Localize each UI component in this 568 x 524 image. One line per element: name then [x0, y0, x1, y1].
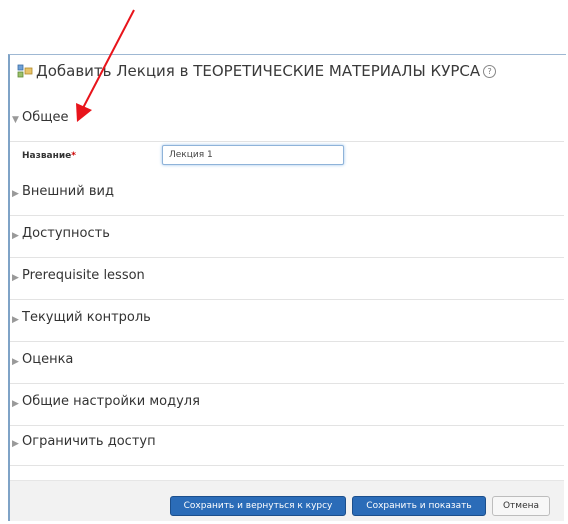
- required-marker: *: [71, 151, 76, 161]
- section-grade[interactable]: ▶ Оценка: [10, 342, 564, 384]
- section-label: Текущий контроль: [22, 310, 151, 325]
- help-icon[interactable]: ?: [483, 64, 497, 78]
- section-label: Общее: [22, 110, 69, 125]
- name-field-row: Название*: [22, 145, 344, 169]
- name-field-label: Название*: [22, 151, 76, 161]
- expanded-triangle-icon: ▼: [12, 115, 19, 125]
- section-general[interactable]: ▼ Общее: [10, 100, 564, 142]
- module-icon: [17, 64, 33, 78]
- section-label: Prerequisite lesson: [22, 268, 145, 283]
- collapsed-triangle-icon: ▶: [12, 315, 19, 325]
- section-label: Ограничить доступ: [22, 434, 156, 449]
- section-label: Оценка: [22, 352, 74, 367]
- section-label: Доступность: [22, 226, 110, 241]
- collapsed-triangle-icon: ▶: [12, 399, 19, 409]
- section-label: Общие настройки модуля: [22, 394, 200, 409]
- collapsed-triangle-icon: ▶: [12, 273, 19, 283]
- section-current-control[interactable]: ▶ Текущий контроль: [10, 300, 564, 342]
- page-title-text: Добавить Лекция в ТЕОРЕТИЧЕСКИЕ МАТЕРИАЛ…: [36, 62, 481, 80]
- collapsed-triangle-icon: ▶: [12, 357, 19, 367]
- collapsed-triangle-icon: ▶: [12, 231, 19, 241]
- section-appearance[interactable]: ▶ Внешний вид: [10, 174, 564, 216]
- name-input[interactable]: [162, 145, 344, 165]
- collapsed-triangle-icon: ▶: [12, 439, 19, 449]
- cancel-button[interactable]: Отмена: [492, 496, 550, 516]
- section-availability[interactable]: ▶ Доступность: [10, 216, 564, 258]
- save-show-button[interactable]: Сохранить и показать: [352, 496, 486, 516]
- collapsed-triangle-icon: ▶: [12, 189, 19, 199]
- section-restrict-access[interactable]: ▶ Ограничить доступ: [10, 424, 564, 466]
- save-return-button[interactable]: Сохранить и вернуться к курсу: [170, 496, 346, 516]
- section-prerequisite[interactable]: ▶ Prerequisite lesson: [10, 258, 564, 300]
- section-module-settings[interactable]: ▶ Общие настройки модуля: [10, 384, 564, 426]
- section-label: Внешний вид: [22, 184, 114, 199]
- page-title: Добавить Лекция в ТЕОРЕТИЧЕСКИЕ МАТЕРИАЛ…: [17, 62, 497, 80]
